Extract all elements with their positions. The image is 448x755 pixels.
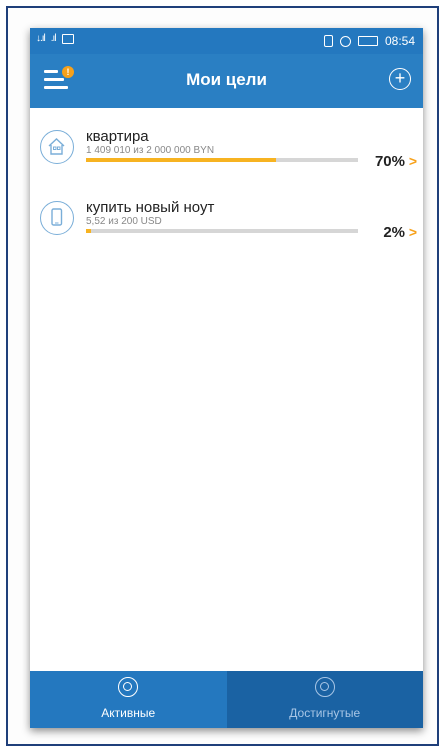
goal-percent: 70% bbox=[374, 153, 405, 170]
goal-progress-fill bbox=[86, 229, 92, 233]
bottom-tab-bar: Активные Достигнутые bbox=[30, 671, 423, 728]
target-icon bbox=[118, 677, 139, 697]
tab-label: Достигнутые bbox=[289, 706, 361, 720]
phone-status-icon bbox=[323, 35, 333, 47]
phone-screen: ↓.ıl .ıl 08:54 ! Мои цели + квартира 1 4… bbox=[30, 28, 423, 728]
goal-progress-track bbox=[86, 229, 358, 233]
tab-label: Активные bbox=[101, 706, 156, 720]
tab-achieved-goals[interactable]: Достигнутые bbox=[226, 671, 423, 728]
phone-icon bbox=[40, 201, 74, 235]
signal-icon-2: .ıl bbox=[50, 33, 57, 44]
chevron-right-icon: > bbox=[408, 224, 417, 240]
gallery-icon bbox=[61, 33, 74, 44]
goal-name: квартира bbox=[86, 128, 149, 145]
signal-icon: ↓.ıl bbox=[36, 33, 46, 44]
screenshot-frame: ↓.ıl .ıl 08:54 ! Мои цели + квартира 1 4… bbox=[6, 6, 439, 746]
status-right: 08:54 bbox=[323, 34, 415, 48]
goal-amount: 1 409 010 из 2 000 000 BYN bbox=[86, 145, 215, 156]
alarm-icon bbox=[339, 35, 351, 47]
goal-amount: 5,52 из 200 USD bbox=[86, 216, 162, 227]
house-icon-svg bbox=[48, 138, 65, 155]
goal-name: купить новый ноут bbox=[86, 199, 215, 216]
target-hit-icon bbox=[314, 677, 335, 697]
battery-icon bbox=[357, 36, 378, 46]
chevron-right-icon: > bbox=[408, 153, 417, 169]
app-bar: ! Мои цели + bbox=[30, 54, 423, 108]
phone-icon-svg bbox=[51, 208, 63, 226]
goal-progress-fill bbox=[86, 158, 277, 162]
goal-item[interactable]: купить новый ноут 5,52 из 200 USD 2% > bbox=[30, 195, 423, 253]
tab-active-goals[interactable]: Активные bbox=[30, 671, 227, 728]
status-left: ↓.ıl .ıl bbox=[36, 33, 74, 44]
house-icon bbox=[40, 130, 74, 164]
status-time: 08:54 bbox=[384, 34, 415, 48]
goal-item[interactable]: квартира 1 409 010 из 2 000 000 BYN 70% … bbox=[30, 124, 423, 182]
goal-progress-track bbox=[86, 158, 358, 162]
goal-percent: 2% bbox=[383, 224, 405, 241]
add-goal-button[interactable]: + bbox=[389, 68, 411, 90]
status-bar: ↓.ıl .ıl 08:54 bbox=[30, 28, 423, 54]
page-title: Мои цели bbox=[186, 70, 267, 89]
